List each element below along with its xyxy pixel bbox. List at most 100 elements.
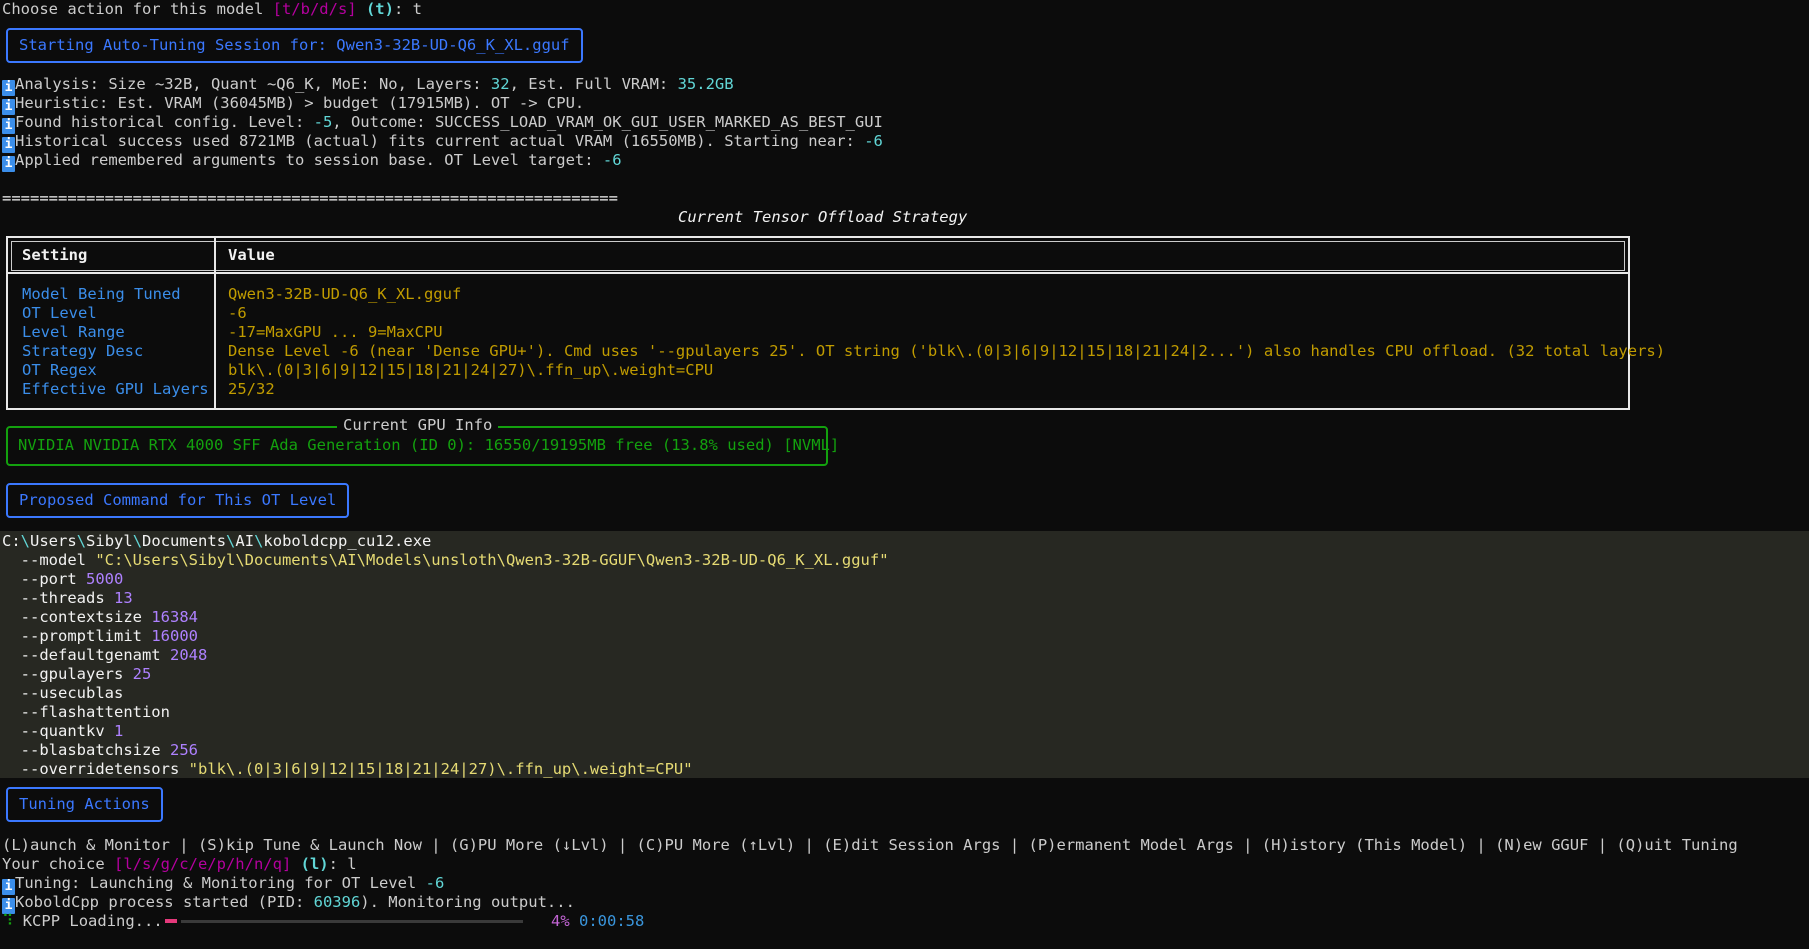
column-setting-header: Setting: [22, 246, 88, 264]
info-line: i Applied remembered arguments to session…: [2, 151, 622, 172]
arg-value: "C:\Users\Sibyl\Documents\AI\Models\unsl…: [95, 551, 889, 569]
status-value: 60396: [313, 893, 361, 911]
arg-flag: --model: [2, 551, 86, 569]
info-text: , Outcome: SUCCESS_LOAD_VRAM_OK_GUI_USER…: [332, 113, 883, 131]
path-segment: Documents: [142, 532, 227, 550]
path-separator: \: [132, 532, 143, 550]
arg-value: 16000: [151, 627, 198, 645]
loading-stats: 4% 0:00:58: [551, 912, 644, 931]
arg-value: 16384: [151, 608, 198, 626]
path-separator: \: [20, 532, 31, 550]
table-row-value: -17=MaxGPU ... 9=MaxCPU: [228, 323, 443, 341]
proposed-command-header: Proposed Command for This OT Level: [6, 483, 350, 518]
spinner-icon: ⠹: [2, 912, 14, 930]
table-row-value: Dense Level -6 (near 'Dense GPU+'). Cmd …: [228, 342, 1666, 360]
path-segment: koboldcpp_cu12.exe: [263, 532, 432, 550]
command-arg: --model "C:\Users\Sibyl\Documents\AI\Mod…: [2, 551, 889, 570]
table-row-value: 25/32: [228, 380, 275, 398]
info-value: -6: [602, 151, 622, 169]
choice-prompt-line: Your choice [l/s/g/c/e/p/h/n/q] (l): l: [2, 855, 357, 873]
arg-value: 13: [114, 589, 133, 607]
status-text: Tuning: Launching & Monitoring for OT Le…: [15, 874, 426, 892]
arg-flag: --overridetensors: [2, 760, 180, 778]
path-separator: \: [254, 532, 264, 550]
command-arg: --blasbatchsize 256: [2, 741, 198, 760]
status-text: KoboldCpp process started (PID:: [15, 893, 314, 911]
info-text: Heuristic: Est. VRAM (36045MB) > budget …: [15, 94, 585, 112]
arg-flag: --threads: [2, 589, 105, 607]
table-row-setting: Level Range: [22, 323, 125, 341]
arg-flag: --promptlimit: [2, 627, 142, 645]
command-arg: --port 5000: [2, 570, 124, 589]
table-row-setting: Model Being Tuned: [22, 285, 181, 303]
info-text: Analysis: Size ~32B, Quant ~Q6_K, MoE: N…: [15, 75, 491, 93]
progress-track: [181, 920, 523, 923]
info-icon: i: [2, 156, 15, 172]
table-row-value: Qwen3-32B-UD-Q6_K_XL.gguf: [228, 285, 462, 303]
arg-value: 1: [114, 722, 124, 740]
info-line: i Historical success used 8721MB (actual)…: [2, 132, 883, 153]
table-row-setting: Effective GPU Layers: [22, 380, 209, 398]
status-line: i Tuning: Launching & Monitoring for OT L…: [2, 874, 444, 895]
loading-label: KCPP Loading...: [22, 912, 163, 930]
separator: ========================================…: [2, 189, 618, 207]
session-header-box: Starting Auto-Tuning Session for: Qwen3-…: [6, 28, 583, 63]
gpu-info-title: Current GPU Info: [337, 416, 499, 435]
table-row-value: -6: [228, 304, 247, 322]
command-arg: --defaultgenamt 2048: [2, 646, 208, 665]
command-arg: --quantkv 1: [2, 722, 124, 741]
loading-elapsed: 0:00:58: [579, 912, 645, 930]
gpu-info-text: NVIDIA NVIDIA RTX 4000 SFF Ada Generatio…: [18, 436, 840, 454]
command-arg: --overridetensors "blk\.(0|3|6|9|12|15|1…: [2, 760, 693, 779]
tuning-actions-menu: (L)aunch & Monitor | (S)kip Tune & Launc…: [2, 836, 1738, 854]
arg-flag: --port: [2, 570, 77, 588]
arg-flag: --contextsize: [2, 608, 142, 626]
table-row-value: blk\.(0|3|6|9|12|15|18|21|24|27)\.ffn_up…: [228, 361, 714, 379]
info-value: -6: [864, 132, 883, 150]
table-row-setting: Strategy Desc: [22, 342, 144, 360]
info-value: -5: [313, 113, 333, 131]
progress-fill: [165, 919, 177, 923]
loading-percent: 4%: [551, 912, 570, 930]
info-value: 32: [490, 75, 510, 93]
info-text: , Est. Full VRAM:: [509, 75, 678, 93]
path-separator: \: [76, 532, 87, 550]
path-segment: AI: [235, 532, 255, 550]
action-prompt-line: Choose action for this model [t/b/d/s] (…: [2, 0, 422, 18]
arg-value: "blk\.(0|3|6|9|12|15|18|21|24|27)\.ffn_u…: [188, 760, 693, 778]
command-arg: --threads 13: [2, 589, 133, 608]
loading-line: ⠹ KCPP Loading...: [2, 912, 163, 931]
info-text: Applied remembered arguments to session …: [15, 151, 603, 169]
arg-flag: --defaultgenamt: [2, 646, 161, 664]
command-executable: C:\Users\Sibyl\Documents\AI\koboldcpp_cu…: [2, 532, 431, 551]
command-arg: --gpulayers 25: [2, 665, 152, 684]
arg-value: 256: [169, 741, 198, 759]
status-text: ). Monitoring output...: [360, 893, 575, 911]
command-arg: --usecublas: [2, 684, 124, 703]
info-line: i Heuristic: Est. VRAM (36045MB) > budget…: [2, 94, 584, 115]
arg-value: 25: [132, 665, 152, 683]
status-line: i KoboldCpp process started (PID: 60396).…: [2, 893, 575, 914]
info-text: Found historical config. Level:: [15, 113, 314, 131]
path-segment: C:: [2, 532, 21, 550]
arg-value: 5000: [86, 570, 124, 588]
info-line: i Analysis: Size ~32B, Quant ~Q6_K, MoE: …: [2, 75, 734, 96]
path-segment: Users: [30, 532, 77, 550]
offload-strategy-table: Setting Value Model Being Tuned Qwen3-32B…: [6, 236, 1665, 410]
status-value: -6: [425, 874, 445, 892]
arg-flag: --usecublas: [2, 684, 124, 702]
tuning-actions-header: Tuning Actions: [6, 787, 163, 822]
arg-value: 2048: [169, 646, 208, 664]
column-value-header: Value: [228, 246, 275, 264]
table-row-setting: OT Regex: [22, 361, 97, 379]
info-line: i Found historical config. Level: -5, Out…: [2, 113, 883, 134]
table-row-setting: OT Level: [22, 304, 97, 322]
arg-flag: --flashattention: [2, 703, 170, 721]
arg-flag: --blasbatchsize: [2, 741, 161, 759]
table-title: Current Tensor Offload Strategy: [678, 208, 968, 226]
path-separator: \: [226, 532, 236, 550]
arg-flag: --quantkv: [2, 722, 105, 740]
command-arg: --flashattention: [2, 703, 170, 722]
arg-flag: --gpulayers: [2, 665, 124, 683]
path-segment: Sibyl: [86, 532, 133, 550]
